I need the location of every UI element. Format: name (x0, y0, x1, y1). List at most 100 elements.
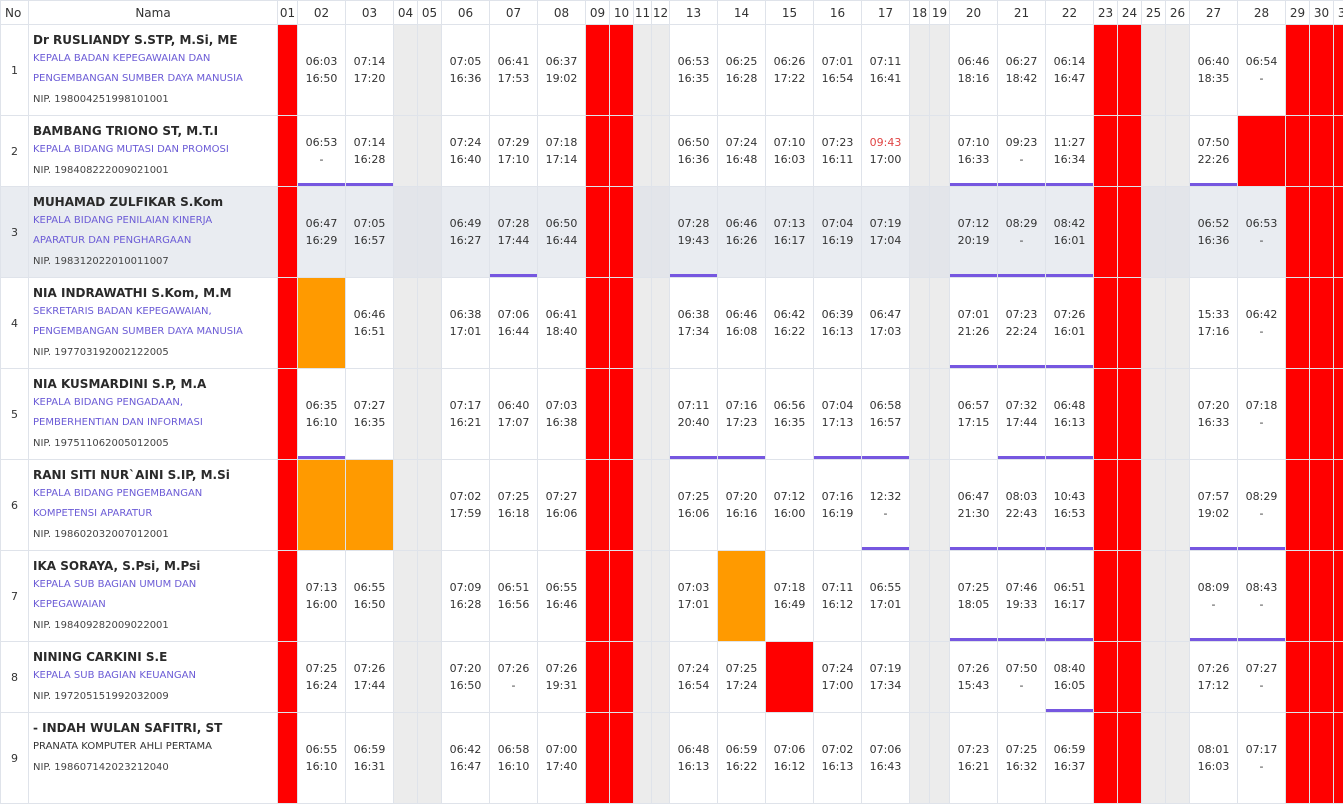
attendance-cell[interactable]: 07:2016:16 (718, 460, 766, 551)
attendance-cell[interactable]: 07:1816:49 (766, 551, 814, 642)
attendance-cell[interactable]: 07:2615:43 (950, 642, 998, 713)
attendance-cell[interactable]: 07:2316:11 (814, 116, 862, 187)
attendance-cell[interactable]: 07:4619:33 (998, 551, 1046, 642)
attendance-cell[interactable]: 07:2619:31 (538, 642, 586, 713)
attendance-cell[interactable]: 07:1917:34 (862, 642, 910, 713)
attendance-cell[interactable]: 10:4316:53 (1046, 460, 1094, 551)
attendance-cell[interactable]: 07:0317:01 (670, 551, 718, 642)
attendance-cell[interactable]: 08:29- (1238, 460, 1286, 551)
attendance-cell[interactable]: 07:50- (998, 642, 1046, 713)
attendance-cell[interactable]: 06:4916:27 (442, 187, 490, 278)
attendance-cell[interactable]: 07:17- (1238, 713, 1286, 804)
attendance-cell[interactable]: 06:5816:10 (490, 713, 538, 804)
attendance-cell[interactable]: 06:1416:47 (1046, 25, 1094, 116)
attendance-cell[interactable]: 06:3817:34 (670, 278, 718, 369)
attendance-cell[interactable]: 06:5116:17 (1046, 551, 1094, 642)
attendance-cell[interactable]: 07:27- (1238, 642, 1286, 713)
attendance-cell[interactable]: 07:2516:24 (298, 642, 346, 713)
attendance-cell[interactable]: 06:4816:13 (670, 713, 718, 804)
attendance-cell[interactable]: 07:2416:48 (718, 116, 766, 187)
attendance-cell[interactable]: 12:32- (862, 460, 910, 551)
leave-cell[interactable] (298, 460, 346, 551)
attendance-cell[interactable]: 06:4816:13 (1046, 369, 1094, 460)
attendance-cell[interactable]: 07:1316:17 (766, 187, 814, 278)
attendance-cell[interactable]: 06:5216:36 (1190, 187, 1238, 278)
attendance-cell[interactable]: 09:23- (998, 116, 1046, 187)
attendance-cell[interactable]: 06:5816:57 (862, 369, 910, 460)
attendance-cell[interactable]: 06:0316:50 (298, 25, 346, 116)
attendance-cell[interactable]: 07:0416:19 (814, 187, 862, 278)
attendance-cell[interactable]: 06:5316:35 (670, 25, 718, 116)
attendance-cell[interactable]: 07:1016:33 (950, 116, 998, 187)
leave-cell[interactable] (718, 551, 766, 642)
attendance-cell[interactable]: 06:4118:40 (538, 278, 586, 369)
attendance-cell[interactable]: 07:1116:41 (862, 25, 910, 116)
attendance-cell[interactable]: 07:1016:03 (766, 116, 814, 187)
attendance-cell[interactable]: 07:1716:21 (442, 369, 490, 460)
attendance-cell[interactable]: 06:5116:56 (490, 551, 538, 642)
attendance-cell[interactable]: 07:2518:05 (950, 551, 998, 642)
attendance-cell[interactable]: 07:1417:20 (346, 25, 394, 116)
attendance-cell[interactable]: 07:0516:57 (346, 187, 394, 278)
attendance-cell[interactable]: 07:0616:12 (766, 713, 814, 804)
attendance-cell[interactable]: 06:5517:01 (862, 551, 910, 642)
attendance-cell[interactable]: 06:2617:22 (766, 25, 814, 116)
attendance-cell[interactable]: 06:53- (298, 116, 346, 187)
attendance-cell[interactable]: 06:4018:35 (1190, 25, 1238, 116)
attendance-cell[interactable]: 07:0216:13 (814, 713, 862, 804)
attendance-cell[interactable]: 08:0322:43 (998, 460, 1046, 551)
attendance-cell[interactable]: 06:4618:16 (950, 25, 998, 116)
attendance-cell[interactable]: 06:5717:15 (950, 369, 998, 460)
attendance-cell[interactable]: 08:43- (1238, 551, 1286, 642)
attendance-cell[interactable]: 06:4216:47 (442, 713, 490, 804)
attendance-cell[interactable]: 06:3817:01 (442, 278, 490, 369)
attendance-cell[interactable]: 06:3516:10 (298, 369, 346, 460)
attendance-cell[interactable]: 06:4117:53 (490, 25, 538, 116)
attendance-cell[interactable]: 07:2516:18 (490, 460, 538, 551)
attendance-cell[interactable]: 07:1316:00 (298, 551, 346, 642)
attendance-cell[interactable]: 06:4216:22 (766, 278, 814, 369)
attendance-cell[interactable]: 06:2718:42 (998, 25, 1046, 116)
attendance-cell[interactable]: 06:2516:28 (718, 25, 766, 116)
attendance-cell[interactable]: 07:2016:33 (1190, 369, 1238, 460)
attendance-cell[interactable]: 07:3217:44 (998, 369, 1046, 460)
attendance-cell[interactable]: 07:0116:54 (814, 25, 862, 116)
attendance-cell[interactable]: 07:1116:12 (814, 551, 862, 642)
attendance-cell[interactable]: 07:0316:38 (538, 369, 586, 460)
attendance-cell[interactable]: 07:0616:44 (490, 278, 538, 369)
attendance-cell[interactable]: 06:5916:22 (718, 713, 766, 804)
attendance-cell[interactable]: 07:2616:01 (1046, 278, 1094, 369)
attendance-cell[interactable]: 06:5516:50 (346, 551, 394, 642)
attendance-cell[interactable]: 07:2817:44 (490, 187, 538, 278)
attendance-cell[interactable]: 06:4017:07 (490, 369, 538, 460)
absent-cell[interactable] (1238, 116, 1286, 187)
attendance-cell[interactable]: 06:5016:44 (538, 187, 586, 278)
attendance-cell[interactable]: 06:4616:51 (346, 278, 394, 369)
attendance-cell[interactable]: 07:1616:19 (814, 460, 862, 551)
attendance-cell[interactable]: 06:5616:35 (766, 369, 814, 460)
attendance-cell[interactable]: 07:2516:06 (670, 460, 718, 551)
attendance-cell[interactable]: 06:4716:29 (298, 187, 346, 278)
attendance-cell[interactable]: 06:42- (1238, 278, 1286, 369)
attendance-cell[interactable]: 07:1220:19 (950, 187, 998, 278)
leave-cell[interactable] (298, 278, 346, 369)
attendance-cell[interactable]: 11:2716:34 (1046, 116, 1094, 187)
attendance-cell[interactable]: 07:5719:02 (1190, 460, 1238, 551)
attendance-cell[interactable]: 08:4216:01 (1046, 187, 1094, 278)
attendance-cell[interactable]: 07:0916:28 (442, 551, 490, 642)
leave-cell[interactable] (346, 460, 394, 551)
absent-cell[interactable] (766, 642, 814, 713)
attendance-cell[interactable]: 06:5516:10 (298, 713, 346, 804)
attendance-cell[interactable]: 07:2716:35 (346, 369, 394, 460)
attendance-cell[interactable]: 07:0516:36 (442, 25, 490, 116)
attendance-cell[interactable]: 07:2516:32 (998, 713, 1046, 804)
attendance-cell[interactable]: 07:2417:00 (814, 642, 862, 713)
attendance-cell[interactable]: 08:09- (1190, 551, 1238, 642)
attendance-cell[interactable]: 08:4016:05 (1046, 642, 1094, 713)
attendance-cell[interactable]: 07:1120:40 (670, 369, 718, 460)
attendance-cell[interactable]: 06:4616:26 (718, 187, 766, 278)
attendance-cell[interactable]: 07:5022:26 (1190, 116, 1238, 187)
attendance-cell[interactable]: 07:2716:06 (538, 460, 586, 551)
attendance-cell[interactable]: 07:2617:12 (1190, 642, 1238, 713)
attendance-cell[interactable]: 07:1617:23 (718, 369, 766, 460)
